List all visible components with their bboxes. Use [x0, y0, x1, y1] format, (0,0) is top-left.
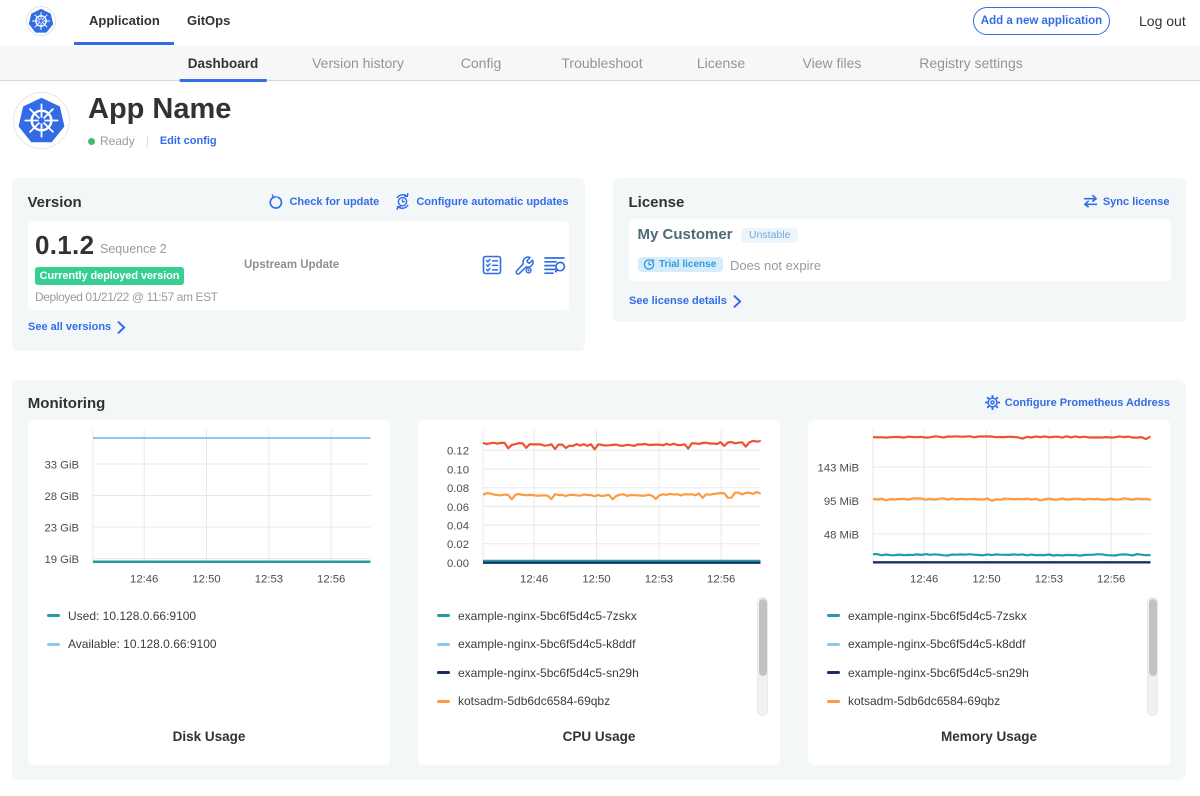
svg-text:0.06: 0.06: [447, 502, 469, 514]
svg-text:95 MiB: 95 MiB: [824, 496, 859, 508]
svg-text:12:53: 12:53: [645, 574, 673, 586]
svg-text:12:50: 12:50: [192, 574, 220, 586]
svg-text:143 MiB: 143 MiB: [818, 462, 859, 474]
svg-text:12:46: 12:46: [910, 574, 938, 586]
svg-text:19 GiB: 19 GiB: [44, 554, 79, 566]
svg-text:12:53: 12:53: [1035, 574, 1063, 586]
svg-text:12:50: 12:50: [972, 574, 1000, 586]
svg-text:0.00: 0.00: [447, 558, 469, 570]
svg-text:0.02: 0.02: [447, 539, 469, 551]
svg-text:33 GiB: 33 GiB: [44, 459, 79, 471]
svg-text:12:56: 12:56: [317, 574, 345, 586]
svg-text:28 GiB: 28 GiB: [44, 491, 79, 503]
svg-text:0.12: 0.12: [447, 446, 469, 458]
svg-text:48 MiB: 48 MiB: [824, 529, 859, 541]
svg-text:0.08: 0.08: [447, 483, 469, 495]
svg-text:12:46: 12:46: [130, 574, 158, 586]
svg-text:12:53: 12:53: [255, 574, 283, 586]
svg-text:12:56: 12:56: [1097, 574, 1125, 586]
svg-text:0.10: 0.10: [447, 464, 469, 476]
svg-text:0.04: 0.04: [447, 521, 469, 533]
svg-text:12:50: 12:50: [582, 574, 610, 586]
svg-text:12:56: 12:56: [707, 574, 735, 586]
svg-text:12:46: 12:46: [520, 574, 548, 586]
svg-text:23 GiB: 23 GiB: [44, 522, 79, 534]
